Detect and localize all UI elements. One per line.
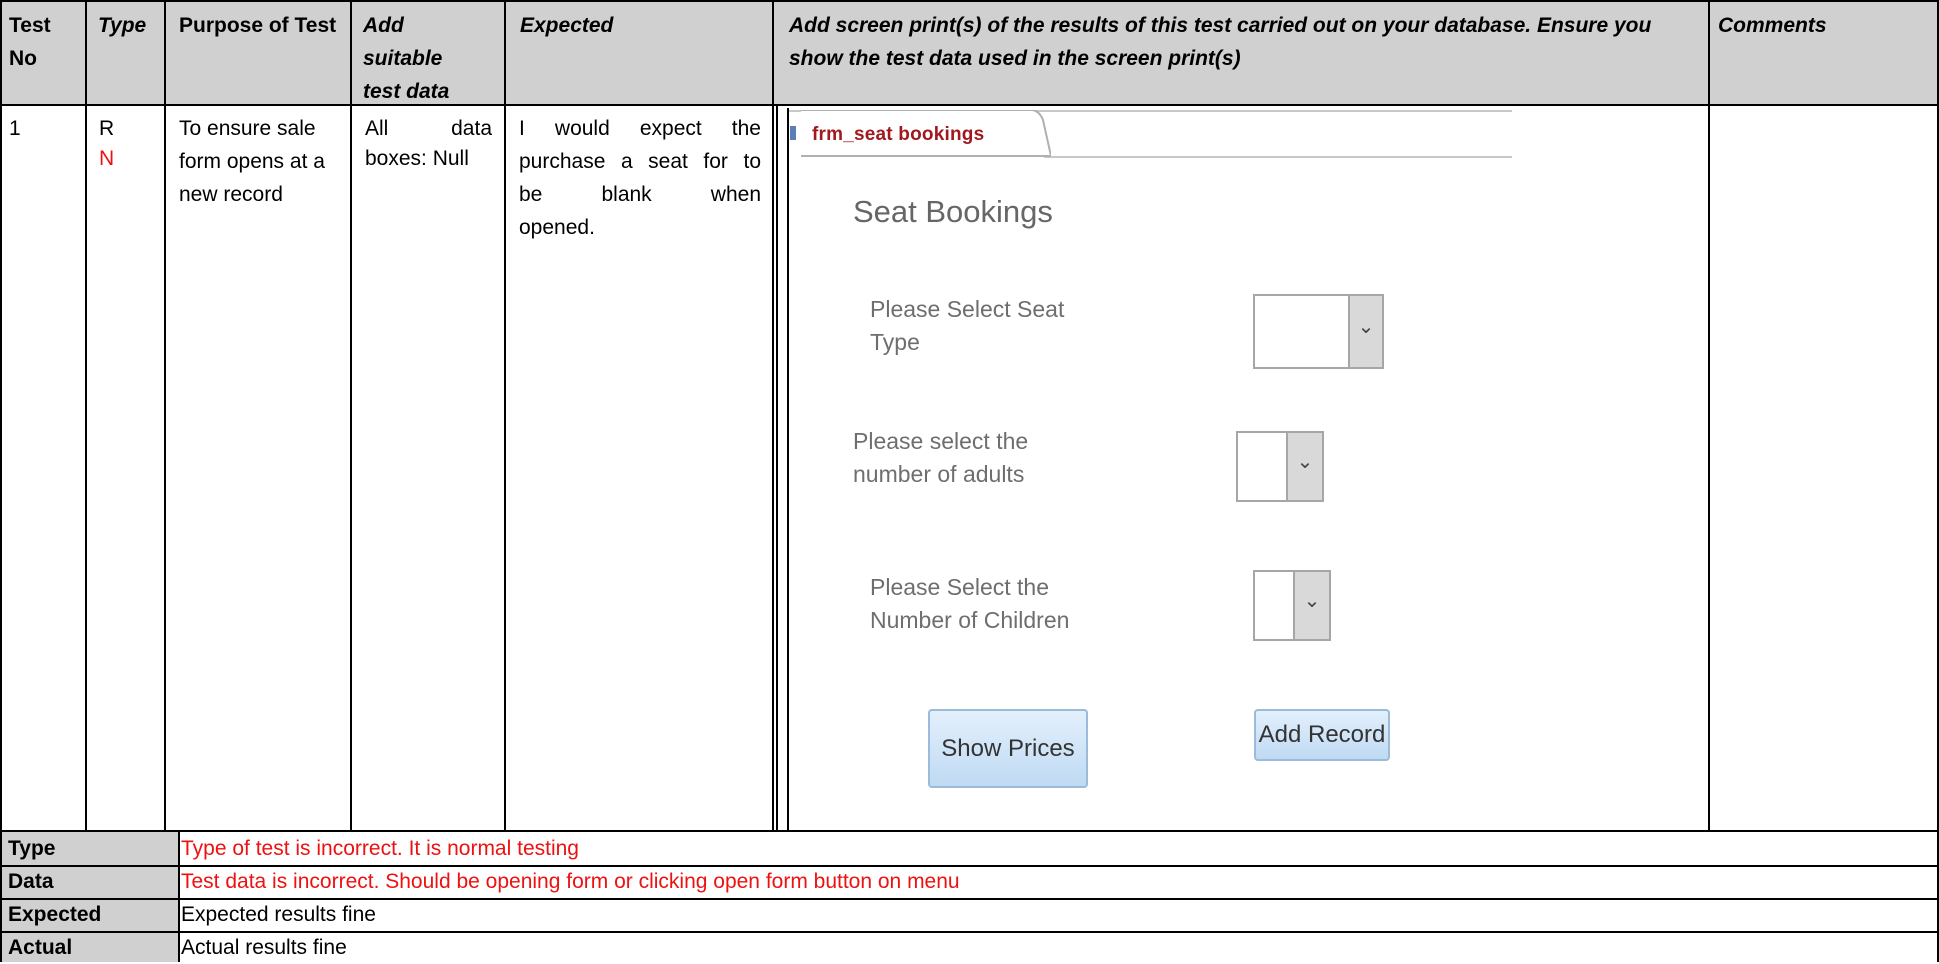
header-type: Type: [98, 14, 147, 37]
test-data-line-2: boxes: Null: [365, 147, 469, 170]
feedback-label-type: Type: [8, 837, 56, 860]
seat-type-label: Please Select Seat Type: [870, 296, 1065, 355]
form-icon: [790, 126, 796, 140]
adults-combo[interactable]: ⌄: [1236, 431, 1324, 502]
tab-strip-bottom: [1044, 156, 1512, 158]
header-comments: Comments: [1718, 14, 1827, 37]
chevron-down-icon[interactable]: ⌄: [1348, 296, 1382, 367]
children-label: Please Select the Number of Children: [870, 574, 1070, 633]
show-prices-button[interactable]: Show Prices: [928, 709, 1088, 788]
form-screenshot: frm_seat bookings Seat Bookings Please S…: [789, 108, 1708, 828]
feedback-label-expected: Expected: [8, 903, 102, 926]
expected-line-2: purchase a seat for to: [519, 150, 761, 173]
type-r: R: [99, 117, 115, 140]
expected-line-3: be blank when: [519, 183, 761, 206]
children-combo[interactable]: ⌄: [1253, 570, 1331, 641]
chevron-down-icon[interactable]: ⌄: [1286, 433, 1322, 500]
feedback-value-actual: Actual results fine: [181, 936, 347, 959]
header-test-no: Test No: [9, 14, 51, 70]
feedback-label-data: Data: [8, 870, 54, 893]
chevron-down-icon[interactable]: ⌄: [1293, 572, 1329, 639]
add-record-button[interactable]: Add Record: [1254, 709, 1390, 761]
expected-line-4: opened.: [519, 216, 595, 239]
type-n: N: [99, 147, 115, 170]
form-tab-label[interactable]: frm_seat bookings: [812, 124, 984, 146]
header-screen-print: Add screen print(s) of the results of th…: [789, 14, 1652, 70]
feedback-value-data: Test data is incorrect. Should be openin…: [181, 870, 960, 893]
seat-type-combo[interactable]: ⌄: [1253, 294, 1384, 369]
test-data-line-1: All data: [365, 117, 492, 140]
header-purpose: Purpose of Test: [179, 14, 337, 37]
feedback-value-type: Type of test is incorrect. It is normal …: [181, 837, 579, 860]
header-expected: Expected: [520, 14, 614, 37]
form-title: Seat Bookings: [853, 194, 1053, 229]
feedback-label-actual: Actual: [8, 936, 73, 959]
header-test-data: Add suitable test data: [363, 14, 450, 103]
expected-line-1: I would expect the: [519, 117, 761, 140]
feedback-value-expected: Expected results fine: [181, 903, 376, 926]
purpose-text: To ensure sale form opens at a new recor…: [179, 117, 325, 206]
test-number: 1: [9, 117, 21, 140]
adults-label: Please select the number of adults: [853, 428, 1029, 487]
